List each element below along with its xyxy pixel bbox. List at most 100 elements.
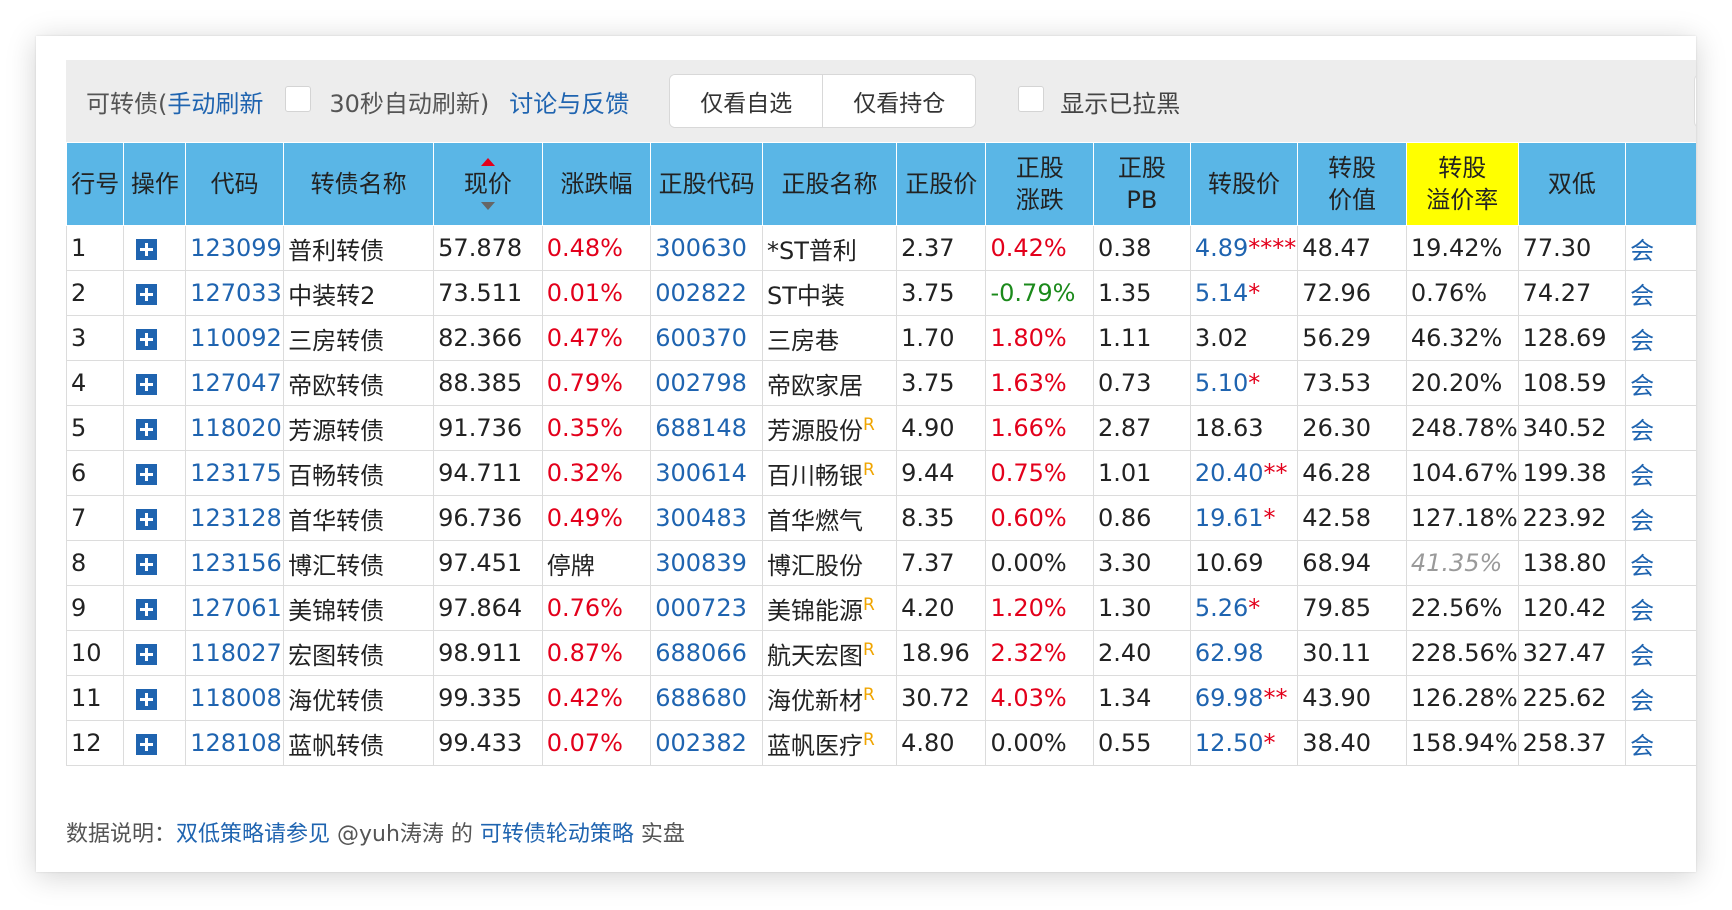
action-cell[interactable] bbox=[123, 225, 187, 271]
edge-glyph[interactable]: 会 bbox=[1630, 282, 1654, 310]
stock-code-cell[interactable]: 688066 bbox=[650, 630, 763, 676]
action-cell[interactable] bbox=[123, 495, 187, 541]
conversion-price-cell[interactable]: 20.40** bbox=[1189, 450, 1299, 496]
add-to-watchlist-icon[interactable] bbox=[136, 283, 158, 305]
conversion-price-cell[interactable]: 12.50* bbox=[1189, 720, 1299, 766]
search-input[interactable] bbox=[1694, 74, 1696, 128]
bond-code-cell[interactable]: 127047 bbox=[185, 360, 285, 406]
footer-link-rotation[interactable]: 可转债轮动策略 bbox=[480, 822, 634, 847]
stock-code-link[interactable]: 688148 bbox=[655, 414, 747, 442]
bond-code-cell[interactable]: 118020 bbox=[185, 405, 285, 451]
edge-glyph[interactable]: 会 bbox=[1630, 237, 1654, 265]
bond-code-link[interactable]: 110092 bbox=[190, 324, 282, 352]
conversion-price-value[interactable]: 62.98 bbox=[1195, 639, 1264, 667]
bond-code-cell[interactable]: 110092 bbox=[185, 315, 285, 361]
action-cell[interactable] bbox=[123, 720, 187, 766]
stock-code-cell[interactable]: 688148 bbox=[650, 405, 763, 451]
bond-code-cell[interactable]: 118008 bbox=[185, 675, 285, 721]
bond-code-link[interactable]: 127061 bbox=[190, 594, 282, 622]
bond-code-cell[interactable]: 123128 bbox=[185, 495, 285, 541]
manual-refresh-link[interactable]: 手动刷新 bbox=[167, 90, 263, 118]
edge-cell[interactable]: 会 bbox=[1625, 675, 1696, 721]
column-header-schg[interactable]: 正股 涨跌 bbox=[985, 142, 1094, 226]
edge-cell[interactable]: 会 bbox=[1625, 405, 1696, 451]
column-header-op[interactable]: 操作 bbox=[123, 142, 187, 226]
footer-link-double-low[interactable]: 双低策略请参见 bbox=[176, 822, 330, 847]
edge-glyph[interactable]: 会 bbox=[1630, 732, 1654, 760]
stock-code-cell[interactable]: 300630 bbox=[650, 225, 763, 271]
conversion-price-value[interactable]: 4.89 bbox=[1195, 234, 1248, 262]
stock-code-cell[interactable]: 002822 bbox=[650, 270, 763, 316]
edge-cell[interactable]: 会 bbox=[1625, 225, 1696, 271]
stock-code-link[interactable]: 300630 bbox=[655, 234, 747, 262]
action-cell[interactable] bbox=[123, 450, 187, 496]
column-header-prem[interactable]: 转股 溢价率 bbox=[1405, 142, 1519, 226]
edge-glyph[interactable]: 会 bbox=[1630, 687, 1654, 715]
auto-refresh-checkbox[interactable] bbox=[285, 86, 312, 112]
stock-code-link[interactable]: 300839 bbox=[655, 549, 747, 577]
edge-cell[interactable]: 会 bbox=[1625, 540, 1696, 586]
conversion-price-cell[interactable]: 19.61* bbox=[1189, 495, 1299, 541]
action-cell[interactable] bbox=[123, 360, 187, 406]
bond-code-link[interactable]: 118020 bbox=[190, 414, 282, 442]
only-watchlist-button[interactable]: 仅看自选 bbox=[670, 75, 823, 127]
conversion-price-cell[interactable]: 5.14* bbox=[1189, 270, 1299, 316]
edge-glyph[interactable]: 会 bbox=[1630, 507, 1654, 535]
bond-code-link[interactable]: 127047 bbox=[190, 369, 282, 397]
add-to-watchlist-icon[interactable] bbox=[136, 418, 158, 440]
stock-code-link[interactable]: 600370 bbox=[655, 324, 747, 352]
column-header-chg[interactable]: 涨跌幅 bbox=[541, 142, 652, 226]
column-header-cvv[interactable]: 转股 价值 bbox=[1297, 142, 1407, 226]
stock-code-link[interactable]: 002798 bbox=[655, 369, 747, 397]
conversion-price-value[interactable]: 69.98 bbox=[1195, 684, 1264, 712]
stock-code-cell[interactable]: 300614 bbox=[650, 450, 763, 496]
conversion-price-value[interactable]: 5.26 bbox=[1195, 594, 1248, 622]
bond-code-link[interactable]: 118027 bbox=[190, 639, 282, 667]
edge-glyph[interactable]: 会 bbox=[1630, 642, 1654, 670]
stock-code-link[interactable]: 300483 bbox=[655, 504, 747, 532]
column-header-price[interactable]: 现价 bbox=[433, 142, 543, 226]
action-cell[interactable] bbox=[123, 270, 187, 316]
stock-code-cell[interactable]: 002798 bbox=[650, 360, 763, 406]
add-to-watchlist-icon[interactable] bbox=[136, 373, 158, 395]
bond-code-link[interactable]: 123156 bbox=[190, 549, 282, 577]
conversion-price-value[interactable]: 20.40 bbox=[1195, 459, 1264, 487]
bond-code-cell[interactable]: 127061 bbox=[185, 585, 285, 631]
only-holdings-button[interactable]: 仅看持仓 bbox=[822, 75, 976, 127]
conversion-price-value[interactable]: 19.61 bbox=[1195, 504, 1264, 532]
edge-cell[interactable]: 会 bbox=[1625, 630, 1696, 676]
column-header-sname[interactable]: 正股名称 bbox=[761, 142, 898, 226]
add-to-watchlist-icon[interactable] bbox=[136, 733, 158, 755]
stock-code-link[interactable]: 688680 bbox=[655, 684, 747, 712]
stock-code-cell[interactable]: 600370 bbox=[650, 315, 763, 361]
column-header-code[interactable]: 代码 bbox=[185, 142, 285, 226]
conversion-price-cell[interactable]: 69.98** bbox=[1189, 675, 1299, 721]
edge-cell[interactable]: 会 bbox=[1625, 270, 1696, 316]
column-header-sprice[interactable]: 正股价 bbox=[896, 142, 987, 226]
column-header-name[interactable]: 转债名称 bbox=[283, 142, 435, 226]
action-cell[interactable] bbox=[123, 405, 187, 451]
edge-glyph[interactable]: 会 bbox=[1630, 597, 1654, 625]
edge-cell[interactable]: 会 bbox=[1625, 720, 1696, 766]
bond-code-cell[interactable]: 128108 bbox=[185, 720, 285, 766]
add-to-watchlist-icon[interactable] bbox=[136, 238, 158, 260]
conversion-price-value[interactable]: 5.14 bbox=[1195, 279, 1248, 307]
bond-code-link[interactable]: 128108 bbox=[190, 729, 282, 757]
stock-code-link[interactable]: 300614 bbox=[655, 459, 747, 487]
edge-cell[interactable]: 会 bbox=[1625, 315, 1696, 361]
bond-code-cell[interactable]: 123175 bbox=[185, 450, 285, 496]
show-blacklisted-toggle[interactable]: 显示已拉黑 bbox=[1018, 84, 1180, 119]
action-cell[interactable] bbox=[123, 540, 187, 586]
action-cell[interactable] bbox=[123, 315, 187, 361]
add-to-watchlist-icon[interactable] bbox=[136, 553, 158, 575]
column-header-scode[interactable]: 正股代码 bbox=[650, 142, 763, 226]
conversion-price-cell[interactable]: 5.10* bbox=[1189, 360, 1299, 406]
bond-code-link[interactable]: 118008 bbox=[190, 684, 282, 712]
add-to-watchlist-icon[interactable] bbox=[136, 643, 158, 665]
stock-code-cell[interactable]: 688680 bbox=[650, 675, 763, 721]
column-header-cvp[interactable]: 转股价 bbox=[1189, 142, 1299, 226]
bond-code-link[interactable]: 123175 bbox=[190, 459, 282, 487]
conversion-price-cell[interactable]: 4.89**** bbox=[1189, 225, 1299, 271]
stock-code-link[interactable]: 000723 bbox=[655, 594, 747, 622]
column-header-pb[interactable]: 正股 PB bbox=[1092, 142, 1191, 226]
